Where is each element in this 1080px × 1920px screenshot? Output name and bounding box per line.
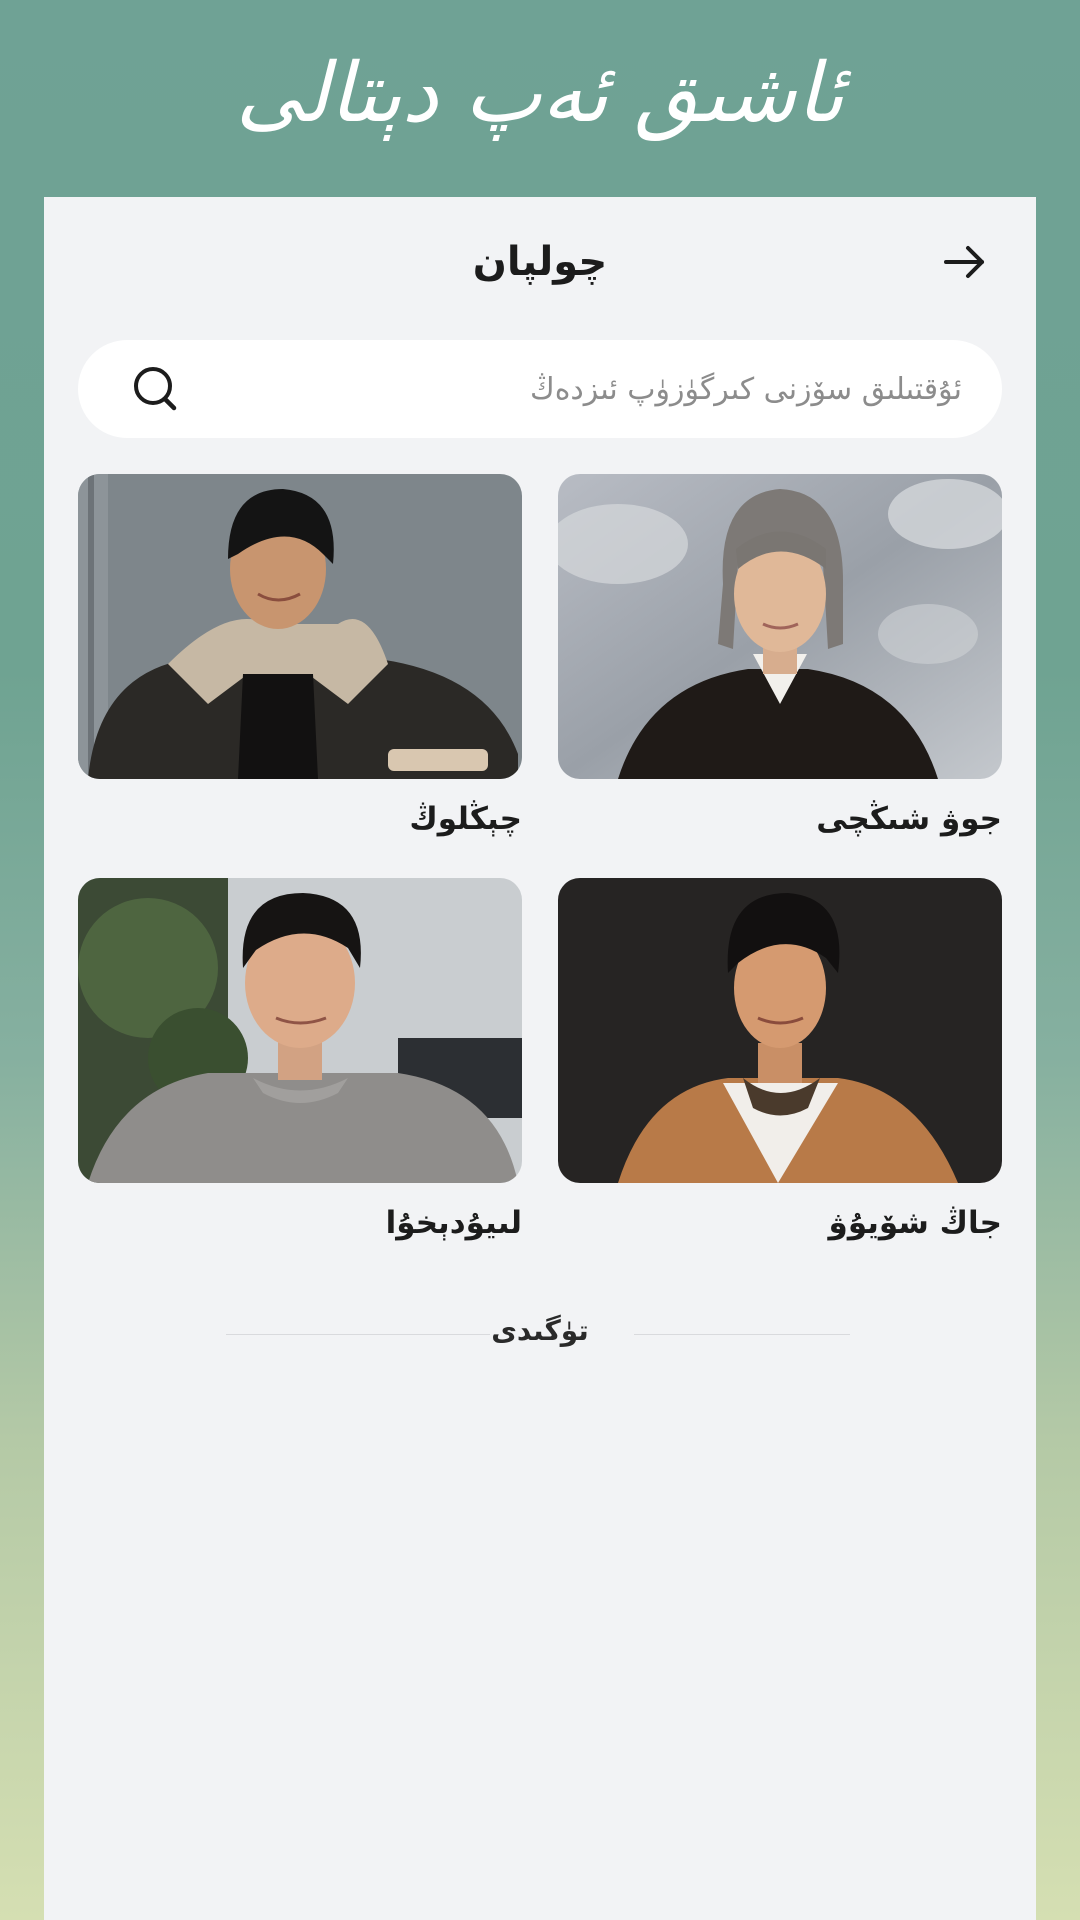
star-card[interactable]: جوۋ شىڭچى: [558, 474, 1002, 837]
star-photo[interactable]: [558, 474, 1002, 779]
star-card[interactable]: جاڭ شۆيۇۋ: [558, 878, 1002, 1241]
end-of-list-text: تۈگىدى: [491, 1314, 589, 1347]
star-name: چېڭلوڭ: [409, 801, 522, 837]
arrow-right-icon: [944, 246, 984, 278]
star-photo[interactable]: [78, 474, 522, 779]
search-input[interactable]: [208, 340, 962, 438]
star-name: جاڭ شۆيۇۋ: [828, 1205, 1002, 1241]
top-bar: چولپان: [44, 197, 1036, 327]
search-bar[interactable]: [78, 340, 1002, 438]
search-icon[interactable]: [132, 365, 180, 413]
star-card[interactable]: لىيۇدېخۇا: [78, 878, 522, 1241]
end-of-list: تۈگىدى: [44, 1310, 1036, 1360]
content-panel: چولپان ئۇقتىلىق سۆزنى كىرگۈزۈپ ئىزدەڭ جو…: [44, 197, 1036, 1920]
star-photo[interactable]: [558, 878, 1002, 1183]
app-header: ئاشىق ئەپ دېتالى: [0, 0, 1080, 197]
star-name: لىيۇدېخۇا: [385, 1205, 522, 1241]
star-card[interactable]: چېڭلوڭ: [78, 474, 522, 837]
star-name: جوۋ شىڭچى: [816, 801, 1002, 837]
page-title: چولپان: [472, 239, 608, 285]
star-photo[interactable]: [78, 878, 522, 1183]
back-button[interactable]: [940, 237, 990, 287]
app-title: ئاشىق ئەپ دېتالى: [235, 46, 845, 141]
